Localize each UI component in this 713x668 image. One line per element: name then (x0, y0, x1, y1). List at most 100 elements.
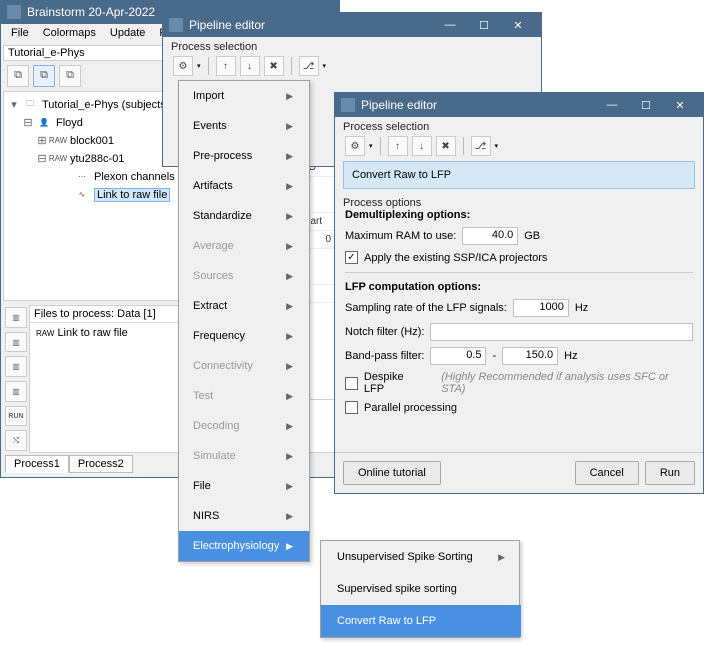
menu-item-frequency[interactable]: Frequency▶ (179, 321, 309, 351)
tab-process1[interactable]: Process1 (5, 455, 69, 473)
menu-item-label: Events (193, 120, 227, 132)
bandpass-low-input[interactable]: 0.5 (430, 347, 486, 365)
max-ram-input[interactable]: 40.0 (462, 227, 518, 245)
online-tutorial-button[interactable]: Online tutorial (343, 461, 441, 485)
despike-checkbox[interactable] (345, 377, 358, 390)
remove-icon[interactable]: ✖ (264, 56, 284, 76)
menu-colormaps[interactable]: Colormaps (37, 25, 102, 41)
menu-item-label: Standardize (193, 210, 252, 222)
maximize-button[interactable]: ☐ (467, 13, 501, 37)
process-toolbar: ⚙▾ ↑ ↓ ✖ ⎇▾ (335, 133, 703, 159)
menu-item-nirs[interactable]: NIRS▶ (179, 501, 309, 531)
tab-process2[interactable]: Process2 (69, 455, 133, 473)
sampling-rate-label: Sampling rate of the LFP signals: (345, 302, 507, 314)
minimize-button[interactable]: — (433, 13, 467, 37)
move-down-icon[interactable]: ↓ (240, 56, 260, 76)
db-subjects-button[interactable]: ⧉ (33, 65, 55, 87)
tree-block[interactable]: block001 (70, 135, 114, 147)
menu-item-label: Frequency (193, 330, 245, 342)
menu-item-label: Extract (193, 300, 227, 312)
side-btn-3[interactable]: ▥ (5, 356, 27, 377)
submenu-item-convert-raw-to-lfp[interactable]: Convert Raw to LFP (321, 605, 521, 637)
apply-projectors-checkbox[interactable]: ✓ (345, 251, 358, 264)
submenu-item-unsupervised-spike-sorting[interactable]: Unsupervised Spike Sorting▶ (321, 541, 521, 573)
selected-process[interactable]: Convert Raw to LFP (343, 161, 695, 189)
gear-icon[interactable]: ⚙ (173, 56, 193, 76)
menu-item-label: File (193, 480, 211, 492)
menu-file[interactable]: File (5, 25, 35, 41)
side-btn-1[interactable]: ▥ (5, 307, 27, 328)
menu-item-events[interactable]: Events▶ (179, 111, 309, 141)
max-ram-label: Maximum RAM to use: (345, 230, 456, 242)
menu-update[interactable]: Update (104, 25, 151, 41)
parallel-label: Parallel processing (364, 402, 457, 414)
menu-item-import[interactable]: Import▶ (179, 81, 309, 111)
submenu-arrow-icon: ▶ (286, 541, 293, 552)
menu-item-label: Connectivity (193, 360, 253, 372)
parallel-checkbox[interactable] (345, 401, 358, 414)
process-selection-label: Process selection (163, 37, 541, 53)
tree-subject[interactable]: Floyd (56, 117, 83, 129)
move-up-icon[interactable]: ↑ (216, 56, 236, 76)
titlebar: Pipeline editor — ☐ ✕ (163, 13, 541, 37)
menu-item-artifacts[interactable]: Artifacts▶ (179, 171, 309, 201)
menu-item-average: Average▶ (179, 231, 309, 261)
run-button[interactable]: RUN (5, 406, 27, 427)
minimize-button[interactable]: — (595, 93, 629, 117)
despike-hint: (Highly Recommended if analysis uses SFC… (441, 371, 693, 395)
bandpass-high-input[interactable]: 150.0 (502, 347, 558, 365)
demux-heading: Demultiplexing options: (345, 209, 693, 221)
close-button[interactable]: ✕ (501, 13, 535, 37)
menu-item-sources: Sources▶ (179, 261, 309, 291)
tree-condition[interactable]: ytu288c-01 (70, 153, 124, 165)
menu-item-label: NIRS (193, 510, 219, 522)
submenu-arrow-icon: ▶ (498, 552, 505, 563)
pipeline-tree-icon[interactable]: ⎇ (299, 56, 319, 76)
menu-item-electrophysiology[interactable]: Electrophysiology ▶ (179, 531, 309, 561)
remove-icon[interactable]: ✖ (436, 136, 456, 156)
file-list-item[interactable]: Link to raw file (57, 327, 127, 339)
move-up-icon[interactable]: ↑ (388, 136, 408, 156)
notch-filter-label: Notch filter (Hz): (345, 326, 424, 338)
menu-item-label: Average (193, 240, 234, 252)
notch-filter-input[interactable] (430, 323, 693, 341)
submenu-arrow-icon: ▶ (286, 181, 293, 192)
menu-item-label: Decoding (193, 420, 239, 432)
tree-link-raw[interactable]: Link to raw file (94, 188, 170, 202)
subject-icon: 👤 (34, 116, 54, 130)
electrophysiology-submenu: Unsupervised Spike Sorting▶Supervised sp… (320, 540, 520, 638)
tree-channels[interactable]: Plexon channels (94, 171, 175, 183)
side-btn-5[interactable]: ⤭ (5, 430, 27, 451)
submenu-arrow-icon: ▶ (286, 451, 293, 462)
pipeline-tree-icon[interactable]: ⎇ (471, 136, 491, 156)
submenu-arrow-icon: ▶ (286, 361, 293, 372)
menu-item-pre-process[interactable]: Pre-process▶ (179, 141, 309, 171)
move-down-icon[interactable]: ↓ (412, 136, 432, 156)
menu-item-extract[interactable]: Extract▶ (179, 291, 309, 321)
submenu-item-supervised-spike-sorting[interactable]: Supervised spike sorting (321, 573, 521, 605)
menu-item-standardize[interactable]: Standardize ▶ (179, 201, 309, 231)
menu-item-label: Test (193, 390, 213, 402)
submenu-arrow-icon: ▶ (286, 211, 293, 222)
tree-root[interactable]: Tutorial_e-Phys (subjects) (42, 99, 169, 111)
max-ram-unit: GB (524, 230, 540, 242)
close-button[interactable]: ✕ (663, 93, 697, 117)
raw-icon: RAW (36, 329, 54, 338)
process-toolbar: ⚙▾ ↑ ↓ ✖ ⎇▾ (163, 53, 541, 79)
cancel-button[interactable]: Cancel (575, 461, 639, 485)
submenu-arrow-icon: ▶ (286, 271, 293, 282)
db-conditions-button[interactable]: ⧉ (59, 65, 81, 87)
db-view-button[interactable]: ⧉ (7, 65, 29, 87)
bandpass-label: Band-pass filter: (345, 350, 424, 362)
gear-icon[interactable]: ⚙ (345, 136, 365, 156)
menu-item-label: Simulate (193, 450, 236, 462)
menu-item-simulate: Simulate ▶ (179, 441, 309, 471)
submenu-arrow-icon: ▶ (286, 391, 293, 402)
side-btn-2[interactable]: ▥ (5, 332, 27, 353)
side-btn-4[interactable]: ▥ (5, 381, 27, 402)
menu-item-label: Electrophysiology (193, 540, 279, 552)
sampling-rate-input[interactable]: 1000 (513, 299, 569, 317)
menu-item-file[interactable]: File▶ (179, 471, 309, 501)
run-button[interactable]: Run (645, 461, 695, 485)
maximize-button[interactable]: ☐ (629, 93, 663, 117)
